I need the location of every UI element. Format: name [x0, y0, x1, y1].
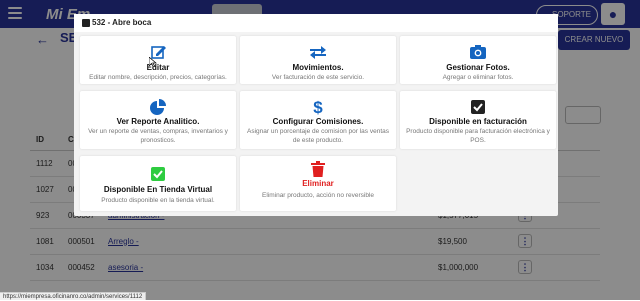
- card-title: Movimientos.: [292, 63, 344, 72]
- card-title: Gestionar Fotos.: [446, 63, 510, 72]
- pie-chart-icon: [80, 99, 236, 115]
- card-description: Producto disponible para facturación ele…: [406, 128, 550, 144]
- dollar-icon: $: [240, 98, 396, 117]
- photos-card[interactable]: Gestionar Fotos. Agregar o eliminar foto…: [400, 36, 556, 84]
- card-title: Editar: [146, 63, 170, 72]
- card-description: Editar nombre, descripción, precios, cat…: [89, 74, 227, 81]
- camera-icon: [400, 44, 556, 60]
- mouse-cursor-icon: [148, 54, 157, 68]
- billing-availability-card[interactable]: Disponible en facturación Producto dispo…: [400, 91, 556, 149]
- card-title: Disponible en facturación: [429, 117, 527, 126]
- checkbox-checked-icon: [80, 166, 236, 182]
- card-description: Asignar un porcentaje de comision por la…: [247, 128, 389, 144]
- modal-title: 532 - Abre boca: [92, 18, 152, 27]
- card-description: Ver facturación de este servicio.: [271, 74, 365, 81]
- card-description: Producto disponible en la tienda virtual…: [101, 197, 215, 204]
- delete-card[interactable]: Eliminar Eliminar producto, acción no re…: [240, 156, 396, 211]
- edit-icon: [80, 44, 236, 60]
- product-icon: [82, 19, 90, 27]
- actions-modal: 532 - Abre boca Editar Editar nombre, de…: [74, 14, 558, 216]
- trash-icon: [240, 161, 396, 177]
- movements-card[interactable]: Movimientos. Ver facturación de este ser…: [240, 36, 396, 84]
- card-description: Agregar o eliminar fotos.: [442, 74, 514, 81]
- card-title: Disponible En Tienda Virtual: [103, 185, 213, 194]
- status-bar-url: https://miempresa.oficinanro.co/admin/se…: [0, 292, 147, 300]
- card-title: Ver Reporte Analitico.: [116, 117, 200, 126]
- virtual-store-card[interactable]: Disponible En Tienda Virtual Producto di…: [80, 156, 236, 211]
- card-title: Eliminar: [302, 179, 334, 188]
- edit-card[interactable]: Editar Editar nombre, descripción, preci…: [80, 36, 236, 84]
- svg-text:$: $: [313, 99, 323, 115]
- checkbox-checked-icon: [400, 99, 556, 115]
- modal-header: 532 - Abre boca: [74, 14, 558, 32]
- transfer-arrows-icon: [240, 44, 396, 60]
- commissions-card[interactable]: $ Configurar Comisiones. Asignar un porc…: [240, 91, 396, 149]
- analytics-report-card[interactable]: Ver Reporte Analitico. Ver un reporte de…: [80, 91, 236, 149]
- card-description: Ver un reporte de ventas, compras, inven…: [88, 128, 228, 144]
- card-title: Configurar Comisiones.: [272, 117, 364, 126]
- card-description: Eliminar producto, acción no reversible: [262, 192, 374, 199]
